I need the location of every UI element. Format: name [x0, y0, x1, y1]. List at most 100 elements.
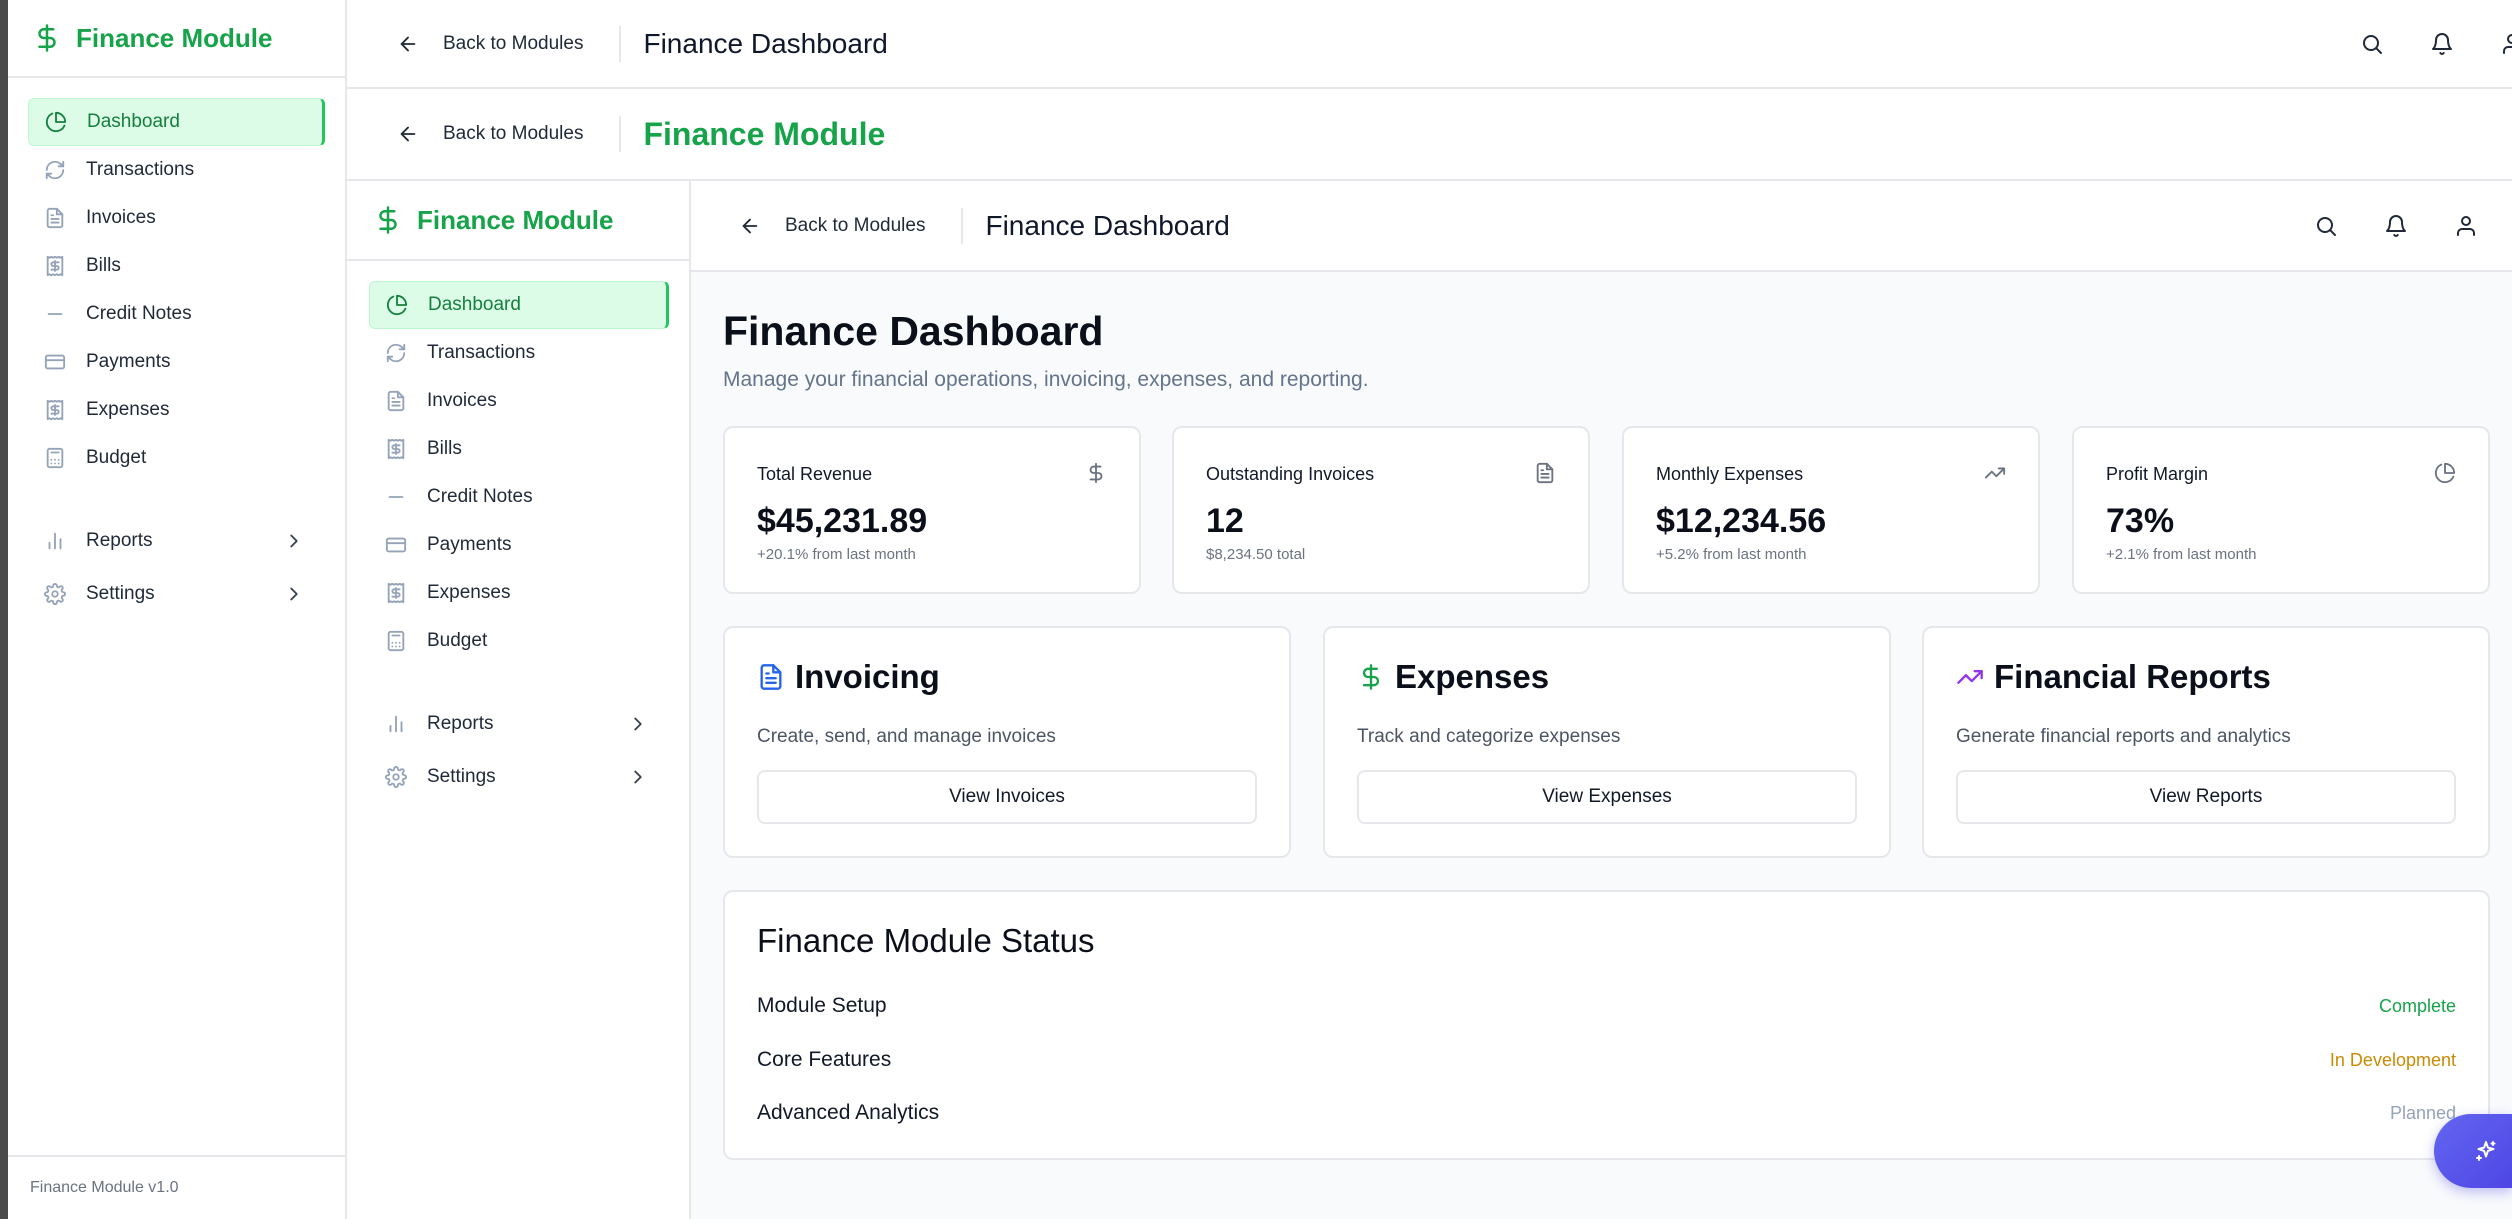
receipt-icon — [385, 582, 407, 604]
bar-chart-icon — [385, 713, 407, 735]
main-content: Finance Dashboard Manage your financial … — [691, 272, 2512, 1219]
view-expenses-button[interactable]: View Expenses — [1357, 770, 1857, 824]
back-to-modules-button[interactable]: Back to Modules — [691, 181, 961, 270]
sidebar-item-expenses[interactable]: Expenses — [28, 386, 325, 434]
sparkle-icon — [2474, 1139, 2498, 1163]
feature-card-financial-reports: Financial Reports Generate financial rep… — [1922, 626, 2490, 858]
stat-value: 12 — [1206, 502, 1244, 540]
topbar-module: Back to Modules Finance Module — [347, 89, 2512, 181]
sidebar-group-reports[interactable]: Reports — [28, 514, 325, 567]
receipt-icon — [44, 255, 66, 277]
sidebar-item-dashboard[interactable]: Dashboard — [28, 98, 325, 146]
receipt-icon — [385, 438, 407, 460]
user-icon[interactable] — [2500, 32, 2512, 56]
sidebar-item-label: Bills — [427, 438, 462, 459]
divider — [619, 116, 622, 152]
user-icon[interactable] — [2454, 214, 2478, 238]
sidebar-item-label: Transactions — [86, 159, 195, 180]
gear-icon — [385, 766, 407, 788]
sidebar-brand[interactable]: Finance Module — [8, 0, 345, 78]
sidebar-item-label: Reports — [86, 529, 153, 551]
sidebar-item-bills[interactable]: Bills — [28, 242, 325, 290]
sidebar-item-credit-notes[interactable]: Credit Notes — [369, 473, 669, 521]
status-value: In Development — [2329, 1049, 2456, 1070]
stat-card-profit-margin: Profit Margin 73% +2.1% from last month — [2072, 426, 2490, 594]
stat-card-outstanding-invoices: Outstanding Invoices 12 $8,234.50 total — [1172, 426, 1590, 594]
topbar-title: Finance Dashboard — [643, 27, 888, 59]
sidebar-item-label: Payments — [427, 534, 512, 555]
chevron-right-icon — [283, 530, 305, 552]
brand-title: Finance Module — [76, 22, 273, 53]
sidebar-item-label: Budget — [86, 447, 147, 468]
search-icon[interactable] — [2360, 32, 2384, 56]
module-title: Finance Module — [643, 115, 886, 152]
sidebar-item-budget[interactable]: Budget — [28, 434, 325, 482]
ai-assistant-button[interactable] — [2434, 1114, 2512, 1188]
sidebar-item-label: Expenses — [86, 399, 170, 420]
bell-icon[interactable] — [2430, 32, 2454, 56]
sidebar-brand[interactable]: Finance Module — [347, 181, 689, 261]
sidebar-inner: Finance Module Dashboard Transactions In… — [347, 181, 691, 1219]
feature-title: Financial Reports — [1994, 658, 2271, 695]
sidebar-item-dashboard[interactable]: Dashboard — [369, 281, 669, 329]
sidebar-group-settings[interactable]: Settings — [28, 567, 325, 620]
feature-header: Invoicing — [757, 658, 940, 696]
status-title: Finance Module Status — [757, 922, 1095, 959]
page-subtitle: Manage your financial operations, invoic… — [723, 368, 1369, 391]
feature-title: Invoicing — [795, 658, 940, 695]
back-to-modules-button[interactable]: Back to Modules — [347, 0, 619, 87]
sidebar-item-label: Invoices — [427, 390, 497, 411]
version-label: Finance Module v1.0 — [8, 1155, 345, 1219]
trending-up-icon — [1956, 663, 1984, 691]
file-text-icon — [757, 663, 785, 691]
stat-note: +2.1% from last month — [2106, 546, 2257, 563]
stat-value: $12,234.56 — [1656, 502, 1827, 540]
bell-icon[interactable] — [2384, 214, 2408, 238]
status-row: Advanced Analytics Planned — [757, 1093, 2456, 1133]
bar-chart-icon — [44, 530, 66, 552]
sidebar-item-label: Budget — [427, 630, 488, 651]
page-title: Finance Dashboard — [723, 308, 1104, 354]
sidebar-item-invoices[interactable]: Invoices — [369, 377, 669, 425]
stat-value: $45,231.89 — [757, 502, 928, 540]
sidebar-item-payments[interactable]: Payments — [28, 338, 325, 386]
view-invoices-button[interactable]: View Invoices — [757, 770, 1257, 824]
topbar-content: Back to Modules Finance Dashboard — [691, 181, 2512, 272]
trending-up-icon — [1984, 462, 2006, 484]
status-label: Core Features — [757, 1048, 892, 1071]
stat-value: 73% — [2106, 502, 2175, 540]
stat-card-total-revenue: Total Revenue $45,231.89 +20.1% from las… — [723, 426, 1141, 594]
sidebar-item-budget[interactable]: Budget — [369, 617, 669, 665]
sidebar-item-transactions[interactable]: Transactions — [28, 146, 325, 194]
status-row: Module Setup Complete — [757, 986, 2456, 1026]
sidebar-item-invoices[interactable]: Invoices — [28, 194, 325, 242]
sidebar-item-bills[interactable]: Bills — [369, 425, 669, 473]
sidebar-item-expenses[interactable]: Expenses — [369, 569, 669, 617]
arrow-left-icon — [739, 215, 761, 237]
sidebar-item-transactions[interactable]: Transactions — [369, 329, 669, 377]
module-status-card: Finance Module Status Module Setup Compl… — [723, 890, 2490, 1160]
minus-icon — [44, 303, 66, 325]
back-to-modules-button[interactable]: Back to Modules — [347, 89, 619, 179]
status-label: Advanced Analytics — [757, 1101, 940, 1124]
file-text-icon — [1534, 462, 1556, 484]
sidebar-item-label: Credit Notes — [86, 303, 192, 324]
search-icon[interactable] — [2314, 214, 2338, 238]
sidebar-item-payments[interactable]: Payments — [369, 521, 669, 569]
stat-label: Total Revenue — [757, 464, 873, 484]
sidebar-group-settings[interactable]: Settings — [369, 750, 669, 803]
sidebar-item-label: Settings — [86, 582, 155, 604]
refresh-icon — [44, 159, 66, 181]
dollar-icon — [1357, 663, 1385, 691]
refresh-icon — [385, 342, 407, 364]
brand-title: Finance Module — [417, 204, 614, 235]
gear-icon — [44, 583, 66, 605]
view-reports-button[interactable]: View Reports — [1956, 770, 2456, 824]
sidebar-item-credit-notes[interactable]: Credit Notes — [28, 290, 325, 338]
minus-icon — [385, 486, 407, 508]
sidebar-group-reports[interactable]: Reports — [369, 697, 669, 750]
status-value: Complete — [2378, 995, 2456, 1016]
sidebar-item-label: Dashboard — [87, 111, 180, 132]
feature-description: Generate financial reports and analytics — [1956, 726, 2291, 747]
dollar-icon — [373, 205, 403, 235]
